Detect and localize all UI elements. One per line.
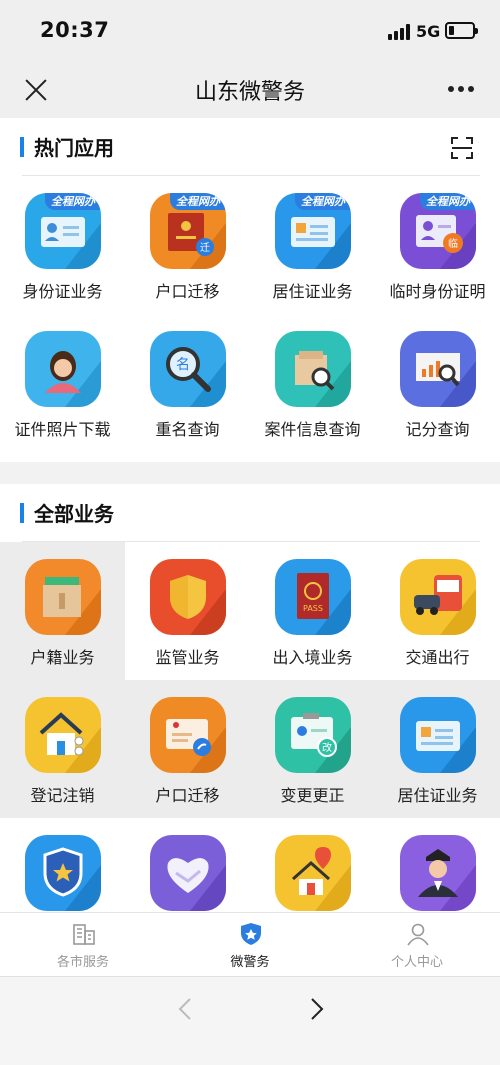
service-label: 交通出行 bbox=[405, 648, 470, 667]
service-label: 登记注销 bbox=[30, 786, 95, 805]
service-police-officer[interactable] bbox=[375, 818, 500, 914]
score-query-icon bbox=[400, 331, 476, 407]
online-badge: 全程网办 bbox=[170, 193, 226, 210]
house-register-icon bbox=[25, 697, 101, 773]
svg-text:改: 改 bbox=[322, 741, 332, 754]
service-label: 居住证业务 bbox=[397, 786, 478, 805]
police-officer-icon bbox=[400, 835, 476, 911]
police-badge-icon bbox=[25, 835, 101, 911]
section-accent-bar bbox=[20, 503, 24, 523]
app-label: 证件照片下载 bbox=[14, 420, 111, 439]
household-folder-icon bbox=[25, 559, 101, 635]
svg-text:临: 临 bbox=[448, 237, 458, 250]
more-icon[interactable] bbox=[448, 86, 478, 94]
tab-personal-center[interactable]: 个人中心 bbox=[334, 913, 500, 977]
passport-icon: PASS bbox=[275, 559, 351, 635]
service-supervision[interactable]: 监管业务 bbox=[125, 542, 250, 680]
service-label: 出入境业务 bbox=[272, 648, 353, 667]
status-bar: 20:37 5G bbox=[0, 0, 500, 62]
tab-micro-police[interactable]: 微警务 bbox=[167, 913, 333, 977]
app-household-migration[interactable]: 迁 全程网办 户口迁移 bbox=[125, 176, 250, 314]
app-residence-permit[interactable]: 全程网办 居住证业务 bbox=[250, 176, 375, 314]
svg-text:名: 名 bbox=[176, 357, 190, 373]
service-label: 变更更正 bbox=[280, 786, 345, 805]
section-header: 热门应用 bbox=[0, 118, 500, 176]
service-residence-permit[interactable]: 居住证业务 bbox=[375, 680, 500, 818]
nav-bar: 山东微警务 bbox=[0, 62, 500, 118]
service-register-cancel[interactable]: 登记注销 bbox=[0, 680, 125, 818]
handshake-icon bbox=[150, 835, 226, 911]
battery-icon bbox=[445, 22, 478, 39]
svg-text:迁: 迁 bbox=[200, 242, 210, 254]
app-case-search[interactable]: 案件信息查询 bbox=[250, 314, 375, 452]
police-shield-icon bbox=[238, 921, 264, 947]
residence-card-icon bbox=[400, 697, 476, 773]
app-label: 案件信息查询 bbox=[264, 420, 361, 439]
tab-bar: 各市服务 微警务 个人中心 bbox=[0, 912, 500, 976]
service-traffic[interactable]: 交通出行 bbox=[375, 542, 500, 680]
building-icon bbox=[71, 921, 97, 947]
signal-icon bbox=[388, 24, 412, 40]
traffic-icon bbox=[400, 559, 476, 635]
migration-card-icon bbox=[150, 697, 226, 773]
name-search-icon: 名 bbox=[150, 331, 226, 407]
app-id-card[interactable]: 全程网办 身份证业务 bbox=[0, 176, 125, 314]
service-location-house[interactable] bbox=[250, 818, 375, 914]
browser-toolbar bbox=[0, 976, 500, 1065]
household-register-icon: 迁 全程网办 bbox=[150, 193, 226, 269]
app-label: 身份证业务 bbox=[22, 282, 103, 301]
service-police-badge[interactable] bbox=[0, 818, 125, 914]
network-label: 5G bbox=[416, 22, 441, 41]
section-title: 全部业务 bbox=[34, 502, 114, 526]
service-handshake[interactable] bbox=[125, 818, 250, 914]
back-arrow-icon[interactable] bbox=[172, 995, 200, 1023]
scan-icon[interactable] bbox=[450, 136, 474, 160]
online-badge: 全程网办 bbox=[295, 193, 351, 210]
location-house-icon bbox=[275, 835, 351, 911]
person-icon bbox=[405, 921, 431, 947]
section-title: 热门应用 bbox=[34, 136, 114, 160]
app-photo-download[interactable]: 证件照片下载 bbox=[0, 314, 125, 452]
online-badge: 全程网办 bbox=[45, 193, 101, 210]
section-header: 全部业务 bbox=[0, 484, 500, 542]
service-household-migration[interactable]: 户口迁移 bbox=[125, 680, 250, 818]
app-score-query[interactable]: 记分查询 bbox=[375, 314, 500, 452]
hot-apps-grid: 全程网办 身份证业务 迁 全程网办 户口迁移 全程网办 居住证业务 临 全程网办… bbox=[0, 176, 500, 460]
app-label: 户口迁移 bbox=[155, 282, 220, 301]
service-label: 户口迁移 bbox=[155, 786, 220, 805]
app-label: 记分查询 bbox=[405, 420, 470, 439]
app-label: 重名查询 bbox=[155, 420, 220, 439]
tab-label: 各市服务 bbox=[56, 955, 109, 970]
service-label: 户籍业务 bbox=[30, 648, 95, 667]
tab-label: 个人中心 bbox=[390, 955, 443, 970]
change-card-icon: 改 bbox=[275, 697, 351, 773]
hot-apps-section: 热门应用 全程网办 身份证业务 迁 全程网办 户口迁移 全程网办 居住证业务 临… bbox=[0, 118, 500, 462]
service-change-correct[interactable]: 改 变更更正 bbox=[250, 680, 375, 818]
residence-permit-icon: 全程网办 bbox=[275, 193, 351, 269]
all-services-section: 全部业务 户籍业务 监管业务 PASS 出入境业务 交通出行 登记注销 户口迁移… bbox=[0, 484, 500, 914]
tab-label: 微警务 bbox=[230, 955, 270, 970]
app-label: 临时身份证明 bbox=[389, 282, 486, 301]
online-badge: 全程网办 bbox=[420, 193, 476, 210]
service-label: 监管业务 bbox=[155, 648, 220, 667]
case-search-icon bbox=[275, 331, 351, 407]
app-label: 居住证业务 bbox=[272, 282, 353, 301]
photo-download-icon bbox=[25, 331, 101, 407]
tab-city-services[interactable]: 各市服务 bbox=[0, 913, 166, 977]
all-services-grid: 户籍业务 监管业务 PASS 出入境业务 交通出行 登记注销 户口迁移 改 变更… bbox=[0, 542, 500, 914]
service-exit-entry[interactable]: PASS 出入境业务 bbox=[250, 542, 375, 680]
app-name-search[interactable]: 名 重名查询 bbox=[125, 314, 250, 452]
status-time: 20:37 bbox=[40, 18, 110, 42]
svg-text:PASS: PASS bbox=[303, 604, 323, 613]
app-temporary-id[interactable]: 临 全程网办 临时身份证明 bbox=[375, 176, 500, 314]
page-title: 山东微警务 bbox=[194, 80, 305, 105]
service-household[interactable]: 户籍业务 bbox=[0, 542, 125, 680]
forward-arrow-icon[interactable] bbox=[302, 995, 330, 1023]
id-card-icon: 全程网办 bbox=[25, 193, 101, 269]
section-accent-bar bbox=[20, 137, 24, 157]
shield-icon bbox=[150, 559, 226, 635]
temporary-id-icon: 临 全程网办 bbox=[400, 193, 476, 269]
